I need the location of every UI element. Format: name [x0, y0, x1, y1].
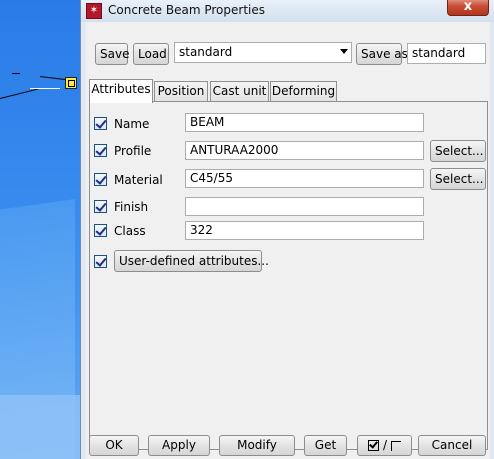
- get-button[interactable]: Get: [304, 435, 347, 456]
- model-edge-line: [12, 73, 20, 74]
- dialog-body: Save Load standard Save as standard Attr…: [86, 22, 490, 459]
- preset-select-value: standard: [179, 45, 233, 59]
- model-viewport[interactable]: [0, 0, 82, 459]
- class-input[interactable]: 322: [185, 221, 424, 240]
- model-axis-line: [30, 88, 60, 89]
- user-defined-attributes-button[interactable]: User-defined attributes...: [114, 250, 269, 272]
- handle-marker-icon[interactable]: [65, 77, 77, 89]
- toggle-icon: /: [368, 436, 401, 455]
- finish-checkbox[interactable]: [94, 200, 107, 213]
- concrete-beam-properties-dialog: ✶ Concrete Beam Properties x Save Load s…: [80, 0, 494, 459]
- toggle-separator: /: [382, 438, 388, 452]
- checked-box-icon: [368, 440, 380, 451]
- modify-button[interactable]: Modify: [219, 435, 295, 456]
- preset-select[interactable]: standard: [174, 42, 352, 63]
- tab-deforming[interactable]: Deforming: [270, 81, 337, 102]
- profile-input[interactable]: ANTURAA2000: [185, 141, 424, 160]
- save-button[interactable]: Save: [95, 43, 129, 65]
- load-button[interactable]: Load: [133, 43, 169, 65]
- beam-model-base: [0, 395, 82, 459]
- save-as-button[interactable]: Save as: [356, 43, 408, 65]
- material-select-button[interactable]: Select...: [430, 168, 486, 190]
- finish-label: Finish: [114, 200, 149, 214]
- profile-checkbox[interactable]: [94, 144, 107, 157]
- save-as-name-input[interactable]: standard: [407, 43, 486, 64]
- class-checkbox[interactable]: [94, 224, 107, 237]
- profile-select-button[interactable]: Select...: [430, 140, 486, 162]
- close-button[interactable]: x: [447, 0, 489, 16]
- window-title: Concrete Beam Properties: [108, 3, 265, 17]
- apply-button[interactable]: Apply: [148, 435, 210, 456]
- attributes-panel: Name BEAM Profile ANTURAA2000 Select... …: [89, 101, 488, 450]
- cancel-button[interactable]: Cancel: [418, 435, 486, 456]
- tab-bar: Attributes Position Cast unit Deforming: [86, 79, 490, 103]
- title-bar[interactable]: ✶ Concrete Beam Properties x: [81, 0, 494, 22]
- user-defined-checkbox[interactable]: [94, 255, 107, 268]
- tab-cast-unit[interactable]: Cast unit: [210, 81, 269, 102]
- name-checkbox[interactable]: [94, 117, 107, 130]
- name-label: Name: [114, 117, 150, 131]
- model-edge-line: [0, 88, 39, 99]
- toggle-all-checkboxes-button[interactable]: /: [357, 435, 412, 456]
- unchecked-box-icon: [390, 440, 401, 451]
- material-input[interactable]: C45/55: [185, 169, 424, 188]
- class-label: Class: [114, 224, 146, 238]
- tab-attributes[interactable]: Attributes: [89, 79, 153, 103]
- material-checkbox[interactable]: [94, 173, 107, 186]
- material-label: Material: [114, 173, 163, 187]
- app-icon: ✶: [86, 3, 102, 19]
- chevron-down-icon: [340, 49, 348, 54]
- finish-input[interactable]: [185, 197, 424, 216]
- name-input[interactable]: BEAM: [185, 113, 424, 132]
- profile-label: Profile: [114, 144, 152, 158]
- model-edge-line: [39, 76, 68, 81]
- tab-position[interactable]: Position: [154, 81, 208, 102]
- ok-button[interactable]: OK: [89, 435, 139, 456]
